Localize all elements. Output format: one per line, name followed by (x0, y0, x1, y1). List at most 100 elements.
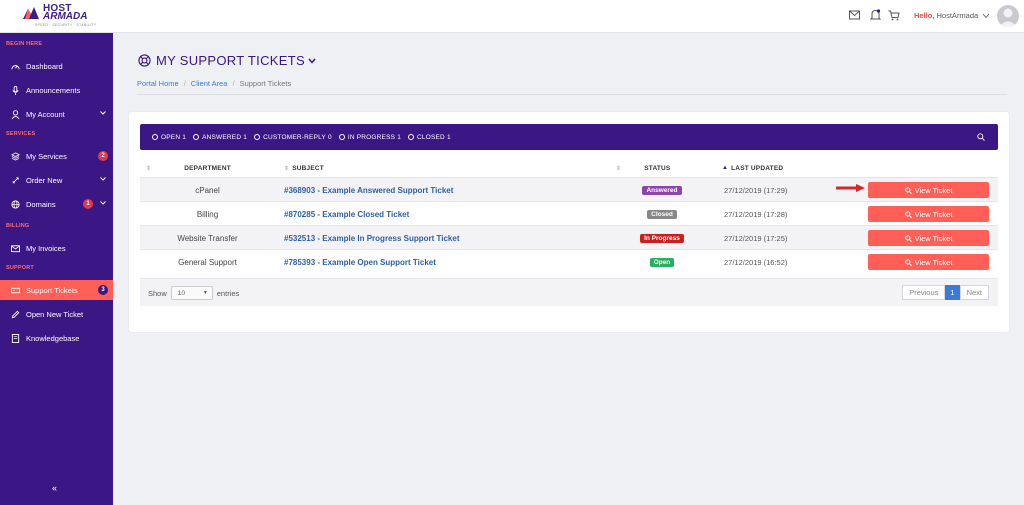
user-name: HostArmada (936, 11, 979, 20)
search-icon[interactable] (977, 133, 985, 141)
column-header-department[interactable]: ⇕ DEPARTMENT (146, 160, 266, 176)
sort-asc-icon: ▲ (722, 165, 729, 171)
view-ticket-button[interactable]: View Ticket (868, 230, 989, 246)
sidebar-item-support-tickets[interactable]: Support Tickets 3 (0, 280, 113, 300)
section-support: SUPPORT (6, 265, 34, 271)
section-services: SERVICES (6, 131, 36, 137)
status-badge: Open (649, 257, 675, 267)
sidebar-item-my-services[interactable]: My Services 2 (0, 146, 113, 166)
table-footer: Show 10 ▼ entries Previous 1 Next (140, 278, 998, 306)
filter-label: ANSWERED (202, 133, 242, 141)
table-row[interactable]: Billing #870285 - Example Closed Ticket … (140, 201, 998, 225)
ticket-department: cPanel (195, 185, 220, 195)
domains-count-badge: 1 (83, 199, 93, 209)
breadcrumb-separator: / (183, 79, 186, 88)
ticket-department: Website Transfer (177, 233, 238, 243)
table-row[interactable]: Website Transfer #532513 - Example In Pr… (140, 225, 998, 249)
view-ticket-button[interactable]: View Ticket (868, 182, 989, 198)
ticket-subject-link[interactable]: #785393 - Example Open Support Ticket (284, 250, 436, 274)
sidebar-item-open-new-ticket[interactable]: Open New Ticket (0, 304, 113, 324)
filter-in-progress[interactable]: IN PROGRESS 1 (338, 133, 402, 141)
filter-customer-reply[interactable]: CUSTOMER-REPLY 0 (254, 134, 332, 141)
status-badge: In Progress (640, 233, 684, 243)
view-ticket-button[interactable]: View Ticket (868, 254, 989, 270)
filter-label: IN PROGRESS (347, 133, 396, 141)
column-header-last-updated[interactable]: ▲ LAST UPDATED (722, 160, 783, 176)
column-header-label: DEPARTMENT (184, 164, 231, 172)
pagination-page-1[interactable]: 1 (945, 285, 960, 300)
sidebar-item-my-account[interactable]: My Account (0, 104, 113, 124)
sidebar-item-my-invoices[interactable]: My Invoices (0, 238, 113, 258)
filter-label: OPEN (161, 133, 181, 141)
sidebar-collapse-button[interactable]: « (52, 483, 57, 493)
dropdown-caret-icon: ▼ (202, 290, 208, 296)
avatar-user-icon (999, 8, 1017, 27)
button-label: View Ticket (914, 257, 953, 267)
mail-icon[interactable] (849, 10, 860, 20)
button-label: View Ticket (914, 233, 953, 243)
sidebar-item-knowledgebase[interactable]: Knowledgebase (0, 328, 113, 348)
radio-icon (408, 134, 415, 140)
chevron-down-icon[interactable] (308, 58, 316, 64)
page-title: MY SUPPORT TICKETS (138, 53, 316, 68)
chevron-down-icon (100, 177, 106, 181)
sidebar-item-dashboard[interactable]: Dashboard (0, 56, 113, 76)
sidebar-item-announcements[interactable]: Announcements (0, 80, 113, 100)
filter-answered[interactable]: ANSWERED 1 (193, 134, 247, 141)
hello-label: Hello, (914, 11, 935, 20)
filter-count: 1 (182, 133, 187, 141)
button-label: View Ticket (914, 209, 953, 219)
breadcrumb-client-area[interactable]: Client Area (191, 79, 228, 88)
radio-icon (152, 134, 158, 140)
sort-icon: ⇕ (616, 165, 622, 172)
services-count-badge: 2 (98, 151, 108, 161)
user-icon (11, 109, 20, 119)
breadcrumb: Portal Home / Client Area / Support Tick… (137, 73, 1007, 95)
filter-closed[interactable]: CLOSED 1 (408, 134, 451, 141)
view-ticket-button[interactable]: View Ticket (868, 206, 989, 222)
status-badge: Answered (642, 185, 682, 195)
search-icon (904, 210, 912, 218)
chevron-down-icon (100, 201, 106, 205)
column-header-subject[interactable]: ⇕ SUBJECT (284, 160, 324, 176)
filter-label: CLOSED (417, 133, 445, 141)
sidebar-item-order-new[interactable]: Order New (0, 170, 113, 190)
chevron-down-icon[interactable] (982, 13, 990, 19)
sidebar-item-label: Support Tickets (26, 285, 78, 295)
pencil-icon (11, 310, 20, 318)
entries-label: entries (216, 288, 240, 298)
table-row[interactable]: General Support #785393 - Example Open S… (140, 249, 998, 273)
ticket-subject-link[interactable]: #368903 - Example Answered Support Ticke… (284, 178, 453, 202)
button-label: View Ticket (914, 185, 953, 195)
ticket-last-updated: 27/12/2019 (17:28) (724, 209, 788, 219)
pagination-next[interactable]: Next (959, 285, 989, 300)
ticket-status: Open (610, 250, 714, 274)
sidebar-item-label: Order New (26, 175, 63, 185)
logo-text-armada: ARMADA (43, 11, 88, 22)
avatar[interactable] (997, 5, 1019, 27)
filter-open[interactable]: OPEN 1 (152, 134, 186, 141)
filter-count: 1 (397, 133, 402, 141)
sidebar-item-domains[interactable]: Domains 1 (0, 194, 113, 214)
sidebar-item-label: Dashboard (26, 61, 63, 71)
host-armada-logo[interactable]: HOST ARMADA SPEED · SECURITY · STABILITY (22, 4, 102, 28)
cart-icon[interactable] (888, 10, 900, 21)
chevron-down-icon (100, 111, 106, 115)
logo-mark-icon (23, 7, 39, 19)
status-badge: Closed (647, 209, 677, 219)
ticket-status: Closed (610, 202, 714, 226)
bell-icon[interactable] (870, 9, 881, 21)
column-header-status[interactable]: ⇕ STATUS (616, 160, 716, 176)
breadcrumb-portal-home[interactable]: Portal Home (137, 79, 179, 88)
entries-select[interactable]: 10 ▼ (170, 286, 213, 300)
ticket-subject-link[interactable]: #532513 - Example In Progress Support Ti… (284, 226, 459, 250)
table-row[interactable]: cPanel #368903 - Example Answered Suppor… (140, 177, 998, 201)
lifebuoy-icon (138, 54, 151, 67)
annotation-arrow-icon (836, 184, 865, 192)
sidebar-item-label: Open New Ticket (26, 309, 84, 319)
radio-icon (254, 134, 261, 140)
user-greeting[interactable]: Hello, HostArmada (914, 11, 978, 20)
filter-count: 0 (327, 133, 332, 141)
ticket-subject-link[interactable]: #870285 - Example Closed Ticket (284, 202, 409, 226)
pagination-previous[interactable]: Previous (902, 285, 946, 300)
